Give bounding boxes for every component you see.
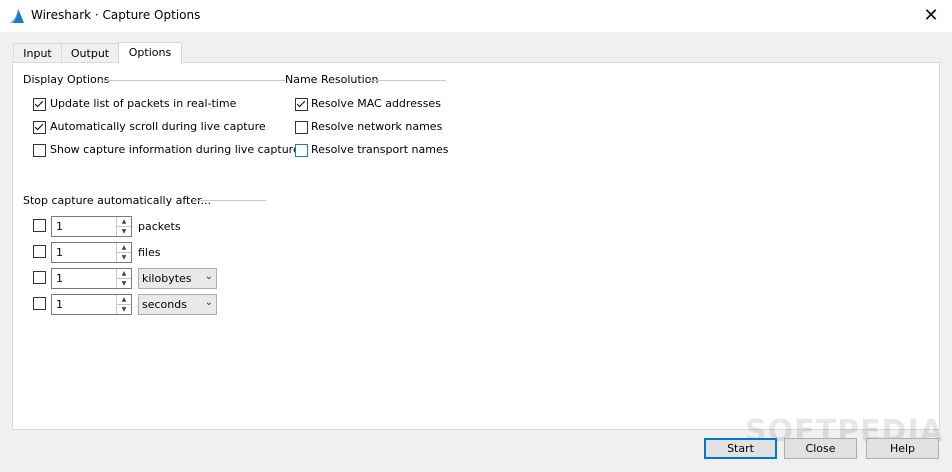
stop-packets-unit: packets <box>138 220 181 233</box>
stop-packets-checkbox[interactable] <box>33 219 46 232</box>
show-capture-info-label: Show capture information during live cap… <box>50 143 300 156</box>
close-button[interactable]: Close <box>784 438 857 459</box>
stop-files-spin-buttons: ▲ ▼ <box>116 243 131 262</box>
spin-down-icon[interactable]: ▼ <box>117 227 131 236</box>
resolve-mac-checkbox[interactable] <box>295 98 308 111</box>
stop-files-spinbox[interactable]: 1 ▲ ▼ <box>51 242 132 263</box>
name-resolution-divider <box>370 80 446 81</box>
stop-files-checkbox[interactable] <box>33 245 46 258</box>
stop-files-value: 1 <box>56 246 63 259</box>
auto-scroll-label: Automatically scroll during live capture <box>50 120 266 133</box>
stop-packets-spinbox[interactable]: 1 ▲ ▼ <box>51 216 132 237</box>
chevron-down-icon: ⌄ <box>204 297 213 308</box>
duration-unit-select[interactable]: seconds ⌄ <box>138 294 217 315</box>
display-options-divider <box>101 80 285 81</box>
start-button[interactable]: Start <box>704 438 777 459</box>
spin-down-icon[interactable]: ▼ <box>117 305 131 314</box>
chevron-down-icon: ⌄ <box>204 271 213 282</box>
tab-options[interactable]: Options <box>118 42 182 64</box>
title-bar: Wireshark · Capture Options ✕ <box>0 0 952 32</box>
spin-down-icon[interactable]: ▼ <box>117 253 131 262</box>
spin-up-icon[interactable]: ▲ <box>117 243 131 253</box>
help-button[interactable]: Help <box>866 438 939 459</box>
update-realtime-label: Update list of packets in real-time <box>50 97 237 110</box>
name-resolution-title: Name Resolution <box>285 73 379 86</box>
stop-size-value: 1 <box>56 272 63 285</box>
resolve-mac-label: Resolve MAC addresses <box>311 97 441 110</box>
display-options-title: Display Options <box>23 73 110 86</box>
close-window-button[interactable]: ✕ <box>916 4 946 28</box>
tab-input[interactable]: Input <box>13 43 62 63</box>
stop-duration-value: 1 <box>56 298 63 311</box>
tab-output[interactable]: Output <box>61 43 119 63</box>
window-title: Wireshark · Capture Options <box>31 8 201 22</box>
stop-size-spinbox[interactable]: 1 ▲ ▼ <box>51 268 132 289</box>
update-realtime-checkbox[interactable] <box>33 98 46 111</box>
size-unit-select[interactable]: kilobytes ⌄ <box>138 268 217 289</box>
wireshark-fin-icon <box>10 9 24 23</box>
stop-files-unit: files <box>138 246 161 259</box>
stop-duration-spin-buttons: ▲ ▼ <box>116 295 131 314</box>
stop-size-spin-buttons: ▲ ▼ <box>116 269 131 288</box>
spin-up-icon[interactable]: ▲ <box>117 269 131 279</box>
size-unit-value: kilobytes <box>142 272 192 285</box>
spin-down-icon[interactable]: ▼ <box>117 279 131 288</box>
resolve-network-checkbox[interactable] <box>295 121 308 134</box>
stop-packets-value: 1 <box>56 220 63 233</box>
duration-unit-value: seconds <box>142 298 187 311</box>
stop-capture-title: Stop capture automatically after... <box>23 194 212 207</box>
show-capture-info-checkbox[interactable] <box>33 144 46 157</box>
stop-size-checkbox[interactable] <box>33 271 46 284</box>
resolve-transport-checkbox[interactable] <box>295 144 308 157</box>
stop-duration-checkbox[interactable] <box>33 297 46 310</box>
stop-capture-divider <box>193 200 266 201</box>
resolve-network-label: Resolve network names <box>311 120 443 133</box>
resolve-transport-label: Resolve transport names <box>311 143 449 156</box>
stop-packets-spin-buttons: ▲ ▼ <box>116 217 131 236</box>
spin-up-icon[interactable]: ▲ <box>117 217 131 227</box>
auto-scroll-checkbox[interactable] <box>33 121 46 134</box>
options-panel: Display Options Update list of packets i… <box>12 62 940 430</box>
spin-up-icon[interactable]: ▲ <box>117 295 131 305</box>
stop-duration-spinbox[interactable]: 1 ▲ ▼ <box>51 294 132 315</box>
